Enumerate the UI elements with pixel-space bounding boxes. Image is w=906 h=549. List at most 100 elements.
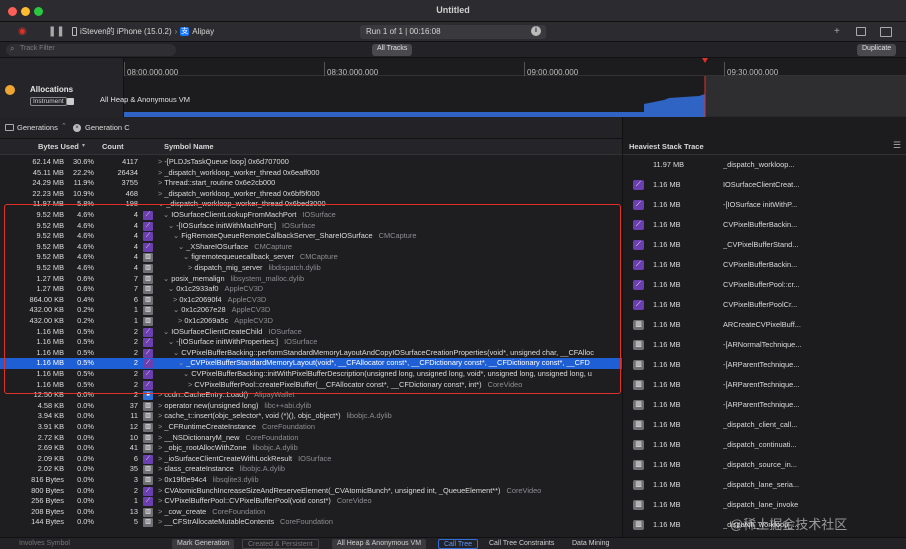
disclosure-collapsed-icon[interactable]: >	[158, 517, 162, 526]
data-mining-button[interactable]: Data Mining	[567, 539, 614, 549]
disclosure-collapsed-icon[interactable]: >	[158, 401, 162, 410]
stack-frame[interactable]: ▥ 1.16 MB ARCreateCVPixelBuff...	[623, 315, 906, 335]
table-row[interactable]: 256 Bytes 0.0% 1 ⟋ > CVPixelBufferPool::CVPix…	[0, 496, 622, 507]
table-row[interactable]: 9.52 MB 4.6% 4 ⟋ ⌄ FigRemoteQueueRemoteCallba…	[0, 231, 622, 242]
disclosure-collapsed-icon[interactable]: >	[158, 390, 162, 399]
created-persistent-selector[interactable]: Created & Persistent	[242, 539, 319, 549]
disclosure-collapsed-icon[interactable]: >	[158, 464, 162, 473]
table-row[interactable]: 9.52 MB 4.6% 4 ⟋ ⌄ IOSurfaceClientLookupFromM…	[0, 210, 622, 221]
disclosure-collapsed-icon[interactable]: >	[158, 475, 162, 484]
disclosure-collapsed-icon[interactable]: >	[173, 295, 177, 304]
stack-frame[interactable]: ▥ 1.16 MB _dispatch_lane_invoke	[623, 495, 906, 515]
allocations-track-header[interactable]: Allocations Instrument	[0, 58, 124, 117]
checkbox-icon[interactable]	[67, 98, 74, 105]
disclosure-collapsed-icon[interactable]: >	[158, 496, 162, 505]
stack-frame[interactable]: ⟋ 1.16 MB CVPixelBufferBackin...	[623, 255, 906, 275]
table-row[interactable]: 11.97 MB 5.8% 198 ⌄ _dispatch_workloop_worke…	[0, 199, 622, 210]
time-ruler[interactable]: 08:00.000.000 08:30.000.000 09:00.000.00…	[124, 58, 906, 77]
all-tracks-button[interactable]: All Tracks	[372, 44, 413, 56]
stack-frame[interactable]: ▥ 1.16 MB -[ARNormalTechnique...	[623, 335, 906, 355]
disclosure-collapsed-icon[interactable]: >	[158, 422, 162, 431]
disclosure-expanded-icon[interactable]: ⌄	[163, 327, 169, 336]
instrument-badge[interactable]: Instrument	[30, 97, 67, 106]
disclosure-collapsed-icon[interactable]: >	[158, 411, 162, 420]
stack-frame[interactable]: ⟋ 1.16 MB -[IOSurface initWithP...	[623, 195, 906, 215]
table-row[interactable]: 24.29 MB 11.9% 3755 > Thread::start_routine …	[0, 178, 622, 189]
table-row[interactable]: 1.27 MB 0.6% 7 ▥ ⌄ posix_memalign libsystem_ma…	[0, 274, 622, 285]
call-tree-button[interactable]: Call Tree	[438, 539, 479, 549]
table-row[interactable]: 62.14 MB 30.6% 4117 > -[PLDJsTaskQueue loop]…	[0, 157, 622, 168]
record-icon[interactable]: ◉	[18, 25, 27, 39]
disclosure-collapsed-icon[interactable]: >	[158, 168, 162, 177]
duplicate-button[interactable]: Duplicate	[857, 44, 897, 56]
generation-c-label[interactable]: Generation C	[85, 123, 130, 132]
table-row[interactable]: 1.27 MB 0.6% 7 ▥ ⌄ 0x1c2933af0 AppleCV3D	[0, 284, 622, 295]
table-row[interactable]: 1.16 MB 0.5% 2 ⟋ ⌄ -[IOSurface initWithProper…	[0, 337, 622, 348]
table-row[interactable]: 208 Bytes 0.0% 13 ▥ > _cow_create CoreFoundati…	[0, 507, 622, 518]
table-row[interactable]: 2.09 KB 0.0% 6 ⟋ > _ioSurfaceClientCreateWith…	[0, 454, 622, 465]
disclosure-collapsed-icon[interactable]: >	[178, 316, 182, 325]
clear-generation-icon[interactable]: ×	[73, 124, 81, 132]
table-row[interactable]: 144 Bytes 0.0% 5 ▥ > __CFStrAllocateMutableCo…	[0, 517, 622, 528]
disclosure-collapsed-icon[interactable]: >	[188, 380, 192, 389]
table-row[interactable]: 2.02 KB 0.0% 35 ▥ > class_createInstance libob…	[0, 464, 622, 475]
table-row[interactable]: 9.52 MB 4.6% 4 ⟋ ⌄ _XShareIOSurface CMCapture	[0, 242, 622, 253]
disclosure-collapsed-icon[interactable]: >	[188, 263, 192, 272]
disclosure-expanded-icon[interactable]: ⌄	[173, 348, 179, 357]
allocations-graph[interactable]	[124, 76, 906, 117]
stack-frame[interactable]: ⟋ 1.16 MB CVPixelBufferPool::cr...	[623, 275, 906, 295]
disclosure-expanded-icon[interactable]: ⌄	[178, 242, 184, 251]
disclosure-collapsed-icon[interactable]: >	[158, 486, 162, 495]
disclosure-collapsed-icon[interactable]: >	[158, 507, 162, 516]
disclosure-expanded-icon[interactable]: ⌄	[183, 369, 189, 378]
stack-frame[interactable]: ▥ 1.16 MB _dispatch_source_in...	[623, 455, 906, 475]
table-row[interactable]: 9.52 MB 4.6% 4 ⟋ ⌄ -[IOSurface initWithMachPo…	[0, 221, 622, 232]
disclosure-collapsed-icon[interactable]: >	[158, 157, 162, 166]
add-instrument-icon[interactable]: +	[834, 25, 840, 39]
disclosure-expanded-icon[interactable]: ⌄	[173, 305, 179, 314]
disclosure-collapsed-icon[interactable]: >	[158, 454, 162, 463]
mark-generation-button[interactable]: Mark Generation	[172, 539, 235, 549]
disclosure-collapsed-icon[interactable]: >	[158, 178, 162, 187]
disclosure-expanded-icon[interactable]: ⌄	[168, 337, 174, 346]
disclosure-expanded-icon[interactable]: ⌄	[183, 252, 189, 261]
stack-frame[interactable]: 11.97 MB _dispatch_workloop...	[623, 155, 906, 175]
disclosure-expanded-icon[interactable]: ⌄	[173, 231, 179, 240]
stack-frame[interactable]: ▥ 1.16 MB _dispatch_lane_seria...	[623, 475, 906, 495]
disclosure-collapsed-icon[interactable]: >	[158, 189, 162, 198]
track-filter-input[interactable]: ⌕ Track Filter	[6, 44, 176, 56]
disclosure-collapsed-icon[interactable]: >	[158, 433, 162, 442]
disclosure-expanded-icon[interactable]: ⌄	[163, 210, 169, 219]
column-count[interactable]: Count	[102, 142, 124, 151]
involves-symbol-field[interactable]: Involves Symbol	[14, 539, 75, 549]
disclosure-expanded-icon[interactable]: ⌄	[168, 221, 174, 230]
call-tree-constraints-button[interactable]: Call Tree Constraints	[484, 539, 559, 549]
disclosure-expanded-icon[interactable]: ⌄	[168, 284, 174, 293]
table-row[interactable]: 9.52 MB 4.6% 4 ▥ > dispatch_mig_server libdisp…	[0, 263, 622, 274]
stack-frame[interactable]: ⟋ 1.16 MB IOSurfaceClientCreat...	[623, 175, 906, 195]
info-icon[interactable]: i	[531, 26, 541, 36]
stack-frame[interactable]: ▥ 1.16 MB _dispatch_continuati...	[623, 435, 906, 455]
heap-selector[interactable]: All Heap & Anonymous VM	[332, 539, 427, 549]
disclosure-expanded-icon[interactable]: ⌄	[163, 274, 169, 283]
stack-frame[interactable]: ▥ 1.16 MB -[ARParentTechnique...	[623, 355, 906, 375]
stack-frame[interactable]: ⟋ 1.16 MB CVPixelBufferPoolCr...	[623, 295, 906, 315]
table-row[interactable]: 1.16 MB 0.5% 2 ⟋ > CVPixelBufferPool::createP…	[0, 380, 622, 391]
stack-frame[interactable]: ▥ 1.16 MB -[ARParentTechnique...	[623, 375, 906, 395]
sidebar-toggle-icon[interactable]	[880, 27, 892, 37]
table-row[interactable]: 1.16 MB 0.5% 2 ⟋ ⌄ CVPixelBufferBacking::init…	[0, 369, 622, 380]
disclosure-expanded-icon[interactable]: ⌄	[158, 199, 164, 208]
table-row[interactable]: 22.23 MB 10.9% 468 > _dispatch_workloop_work…	[0, 189, 622, 200]
table-row[interactable]: 800 Bytes 0.0% 2 ⟋ > CVAtomicBunchIncreaseSiz…	[0, 486, 622, 497]
table-row[interactable]: 864.00 KB 0.4% 6 ▥ >0x1c20690f4 AppleCV3D	[0, 295, 622, 306]
window-layout-icon[interactable]	[856, 27, 866, 36]
column-bytes-used[interactable]: Bytes Used	[38, 142, 79, 151]
table-row[interactable]: 9.52 MB 4.6% 4 ▥ ⌄ figremotequeuecallback_ser…	[0, 252, 622, 263]
table-row[interactable]: 2.72 KB 0.0% 10 ▥ > __NSDictionaryM_new CoreFo…	[0, 433, 622, 444]
stack-frame[interactable]: ▥ 1.16 MB -[ARParentTechnique...	[623, 395, 906, 415]
table-row[interactable]: 3.94 KB 0.0% 11 ▥ > cache_t::insert(objc_sele…	[0, 411, 622, 422]
table-row[interactable]: 12.50 KB 0.0% 2 ■ > ccdn::CacheEntry::Load() A…	[0, 390, 622, 401]
table-row[interactable]: 1.16 MB 0.5% 2 ⟋ ⌄ CVPixelBufferBacking::perf…	[0, 348, 622, 359]
generations-selector[interactable]: Generations	[17, 123, 58, 132]
stack-options-icon[interactable]: ☰	[893, 140, 901, 151]
